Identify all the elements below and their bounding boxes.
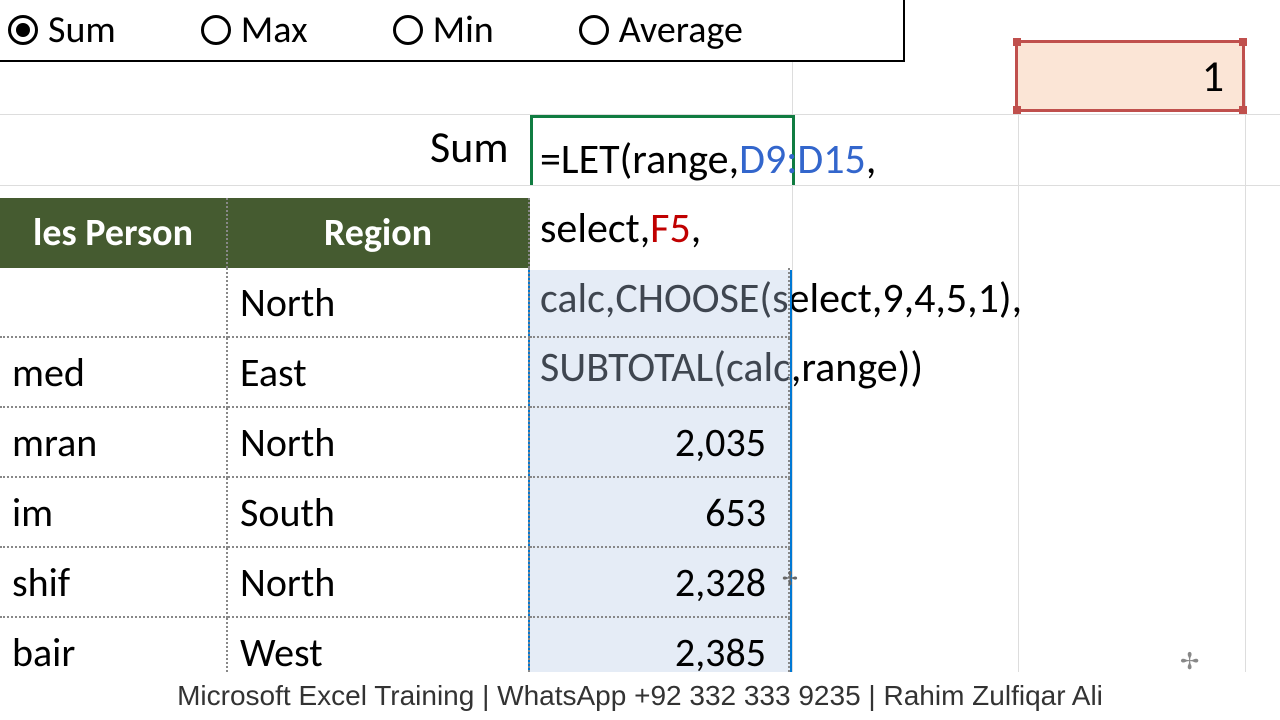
table-row: mran North 2,035: [0, 408, 1280, 478]
cell-person[interactable]: med: [0, 338, 228, 408]
cell-person[interactable]: im: [0, 478, 228, 548]
cell-value[interactable]: [530, 268, 790, 338]
data-table: les Person Region North med East mran No…: [0, 198, 1280, 688]
column-header-region[interactable]: Region: [228, 198, 530, 268]
radio-label: Min: [433, 7, 494, 53]
result-label: Sum: [430, 120, 508, 174]
cell-region[interactable]: East: [228, 338, 530, 408]
radio-circle-icon: [579, 15, 609, 45]
radio-dot-icon: [8, 15, 38, 45]
table-header-row: les Person Region: [0, 198, 1280, 268]
formula-range-ref: D9:D15: [739, 134, 866, 185]
cell-region[interactable]: North: [228, 408, 530, 478]
radio-circle-icon: [201, 15, 231, 45]
cell-person[interactable]: mran: [0, 408, 228, 478]
radio-min[interactable]: Min: [393, 7, 494, 53]
cell-cursor-icon: ✢: [782, 568, 798, 584]
table-row: North: [0, 268, 1280, 338]
table-row: shif North 2,328: [0, 548, 1280, 618]
table-row: im South 653: [0, 478, 1280, 548]
radio-max[interactable]: Max: [201, 7, 308, 53]
cell-value[interactable]: 2,328: [530, 548, 790, 618]
formula-part: =LET(range,: [540, 134, 739, 185]
radio-sum[interactable]: Sum: [8, 7, 116, 53]
cell-region[interactable]: North: [228, 268, 530, 338]
linked-cell-f5[interactable]: 1: [1015, 40, 1245, 112]
radio-label: Average: [619, 7, 743, 53]
radio-circle-icon: [393, 15, 423, 45]
linked-cell-value: 1: [1202, 49, 1224, 103]
cell-person[interactable]: [0, 268, 228, 338]
table-row: med East: [0, 338, 1280, 408]
selection-handle-icon: [1013, 106, 1021, 114]
cell-value[interactable]: 2,035: [530, 408, 790, 478]
cell-person[interactable]: shif: [0, 548, 228, 618]
column-header-person[interactable]: les Person: [0, 198, 228, 268]
aggregation-radio-group: Sum Max Min Average: [0, 0, 905, 62]
cell-value[interactable]: 653: [530, 478, 790, 548]
formula-part: ,: [866, 134, 876, 185]
radio-label: Max: [241, 7, 308, 53]
cell-value[interactable]: [530, 338, 790, 408]
cell-region[interactable]: North: [228, 548, 530, 618]
radio-average[interactable]: Average: [579, 7, 743, 53]
footer-caption: Microsoft Excel Training | WhatsApp +92 …: [0, 672, 1280, 720]
selection-handle-icon: [1239, 38, 1247, 46]
radio-label: Sum: [48, 7, 116, 53]
cell-region[interactable]: South: [228, 478, 530, 548]
